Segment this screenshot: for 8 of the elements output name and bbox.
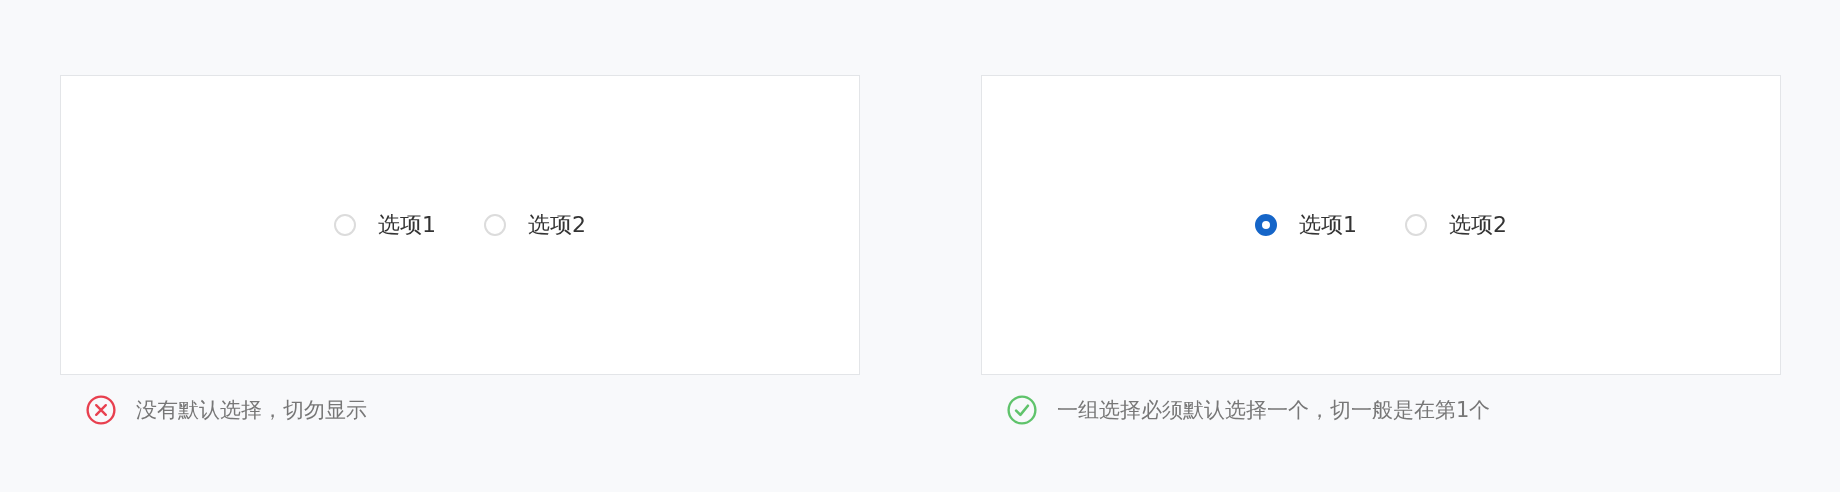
radio-option[interactable]: 选项1 bbox=[334, 210, 436, 240]
radio-option[interactable]: 选项2 bbox=[1405, 210, 1507, 240]
error-icon bbox=[86, 395, 116, 425]
radio-option[interactable]: 选项2 bbox=[484, 210, 586, 240]
caption-text: 没有默认选择，切勿显示 bbox=[136, 397, 367, 424]
caption-text: 一组选择必须默认选择一个，切一般是在第1个 bbox=[1057, 397, 1491, 424]
radio-option[interactable]: 选项1 bbox=[1255, 210, 1357, 240]
check-icon bbox=[1007, 395, 1037, 425]
